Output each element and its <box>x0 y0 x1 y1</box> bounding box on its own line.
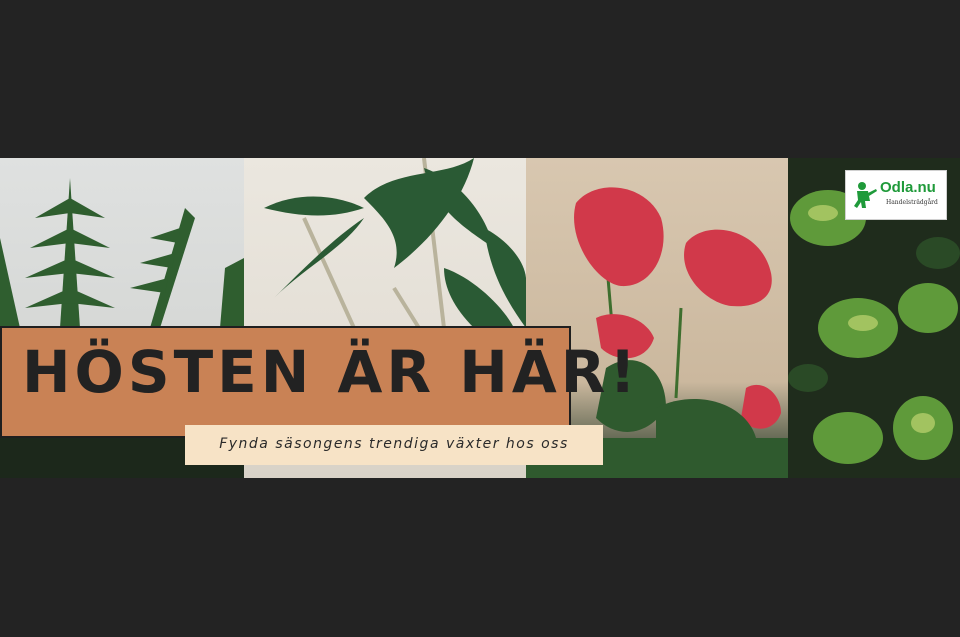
subheadline: Fynda säsongens trendiga växter hos oss <box>219 436 569 452</box>
gardener-icon <box>852 181 878 213</box>
subheadline-box: Fynda säsongens trendiga växter hos oss <box>185 425 603 465</box>
headline-box: Hösten är här! <box>0 326 640 438</box>
logo-name: Odla.nu <box>880 179 936 196</box>
logo-tagline: Handelsträdgård <box>886 199 938 206</box>
odla-logo[interactable]: Odla.nu Handelsträdgård <box>845 170 947 220</box>
headline: Hösten är här! <box>22 338 640 406</box>
